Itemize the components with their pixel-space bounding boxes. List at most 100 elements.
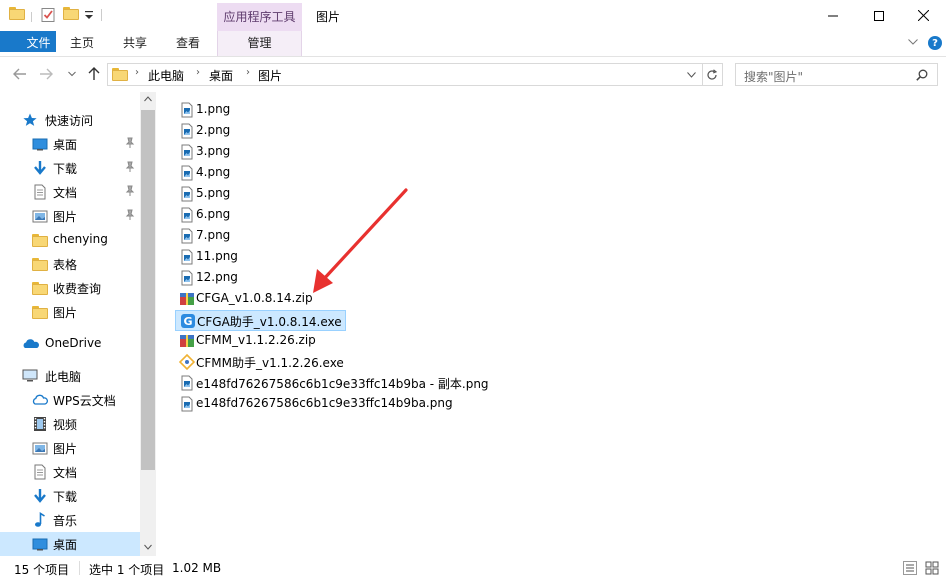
chevron-right-icon[interactable]: ›: [135, 67, 139, 78]
large-icons-view-icon[interactable]: [925, 561, 939, 575]
chevron-right-icon[interactable]: ›: [196, 67, 200, 78]
nav-item-pictures-folder[interactable]: 图片: [0, 300, 140, 324]
scroll-down-icon[interactable]: [144, 544, 152, 550]
nav-item-desktop[interactable]: 桌面: [0, 132, 140, 156]
nav-item-pictures[interactable]: 图片: [0, 204, 140, 228]
png-file-icon: [179, 186, 195, 202]
tab-view[interactable]: 查看: [168, 31, 208, 56]
file-item[interactable]: CFGA_v1.0.8.14.zip: [175, 289, 318, 310]
breadcrumb-desktop[interactable]: 桌面: [209, 67, 233, 84]
pictures-icon: [32, 440, 48, 456]
nav-item-videos[interactable]: 视频: [0, 412, 140, 436]
status-item-count: 15 个项目: [14, 563, 70, 577]
zip-archive-icon: [179, 333, 195, 349]
help-icon[interactable]: ?: [928, 36, 942, 50]
folder-icon: [32, 282, 48, 298]
close-button[interactable]: [900, 0, 946, 31]
minimize-button[interactable]: [810, 0, 856, 31]
address-bar[interactable]: › 此电脑 › 桌面 › 图片: [107, 63, 703, 86]
file-item[interactable]: CFMM_v1.1.2.26.zip: [175, 331, 321, 352]
download-icon: [32, 488, 48, 504]
tab-file[interactable]: 文件: [0, 31, 56, 52]
search-placeholder: 搜索"图片": [744, 70, 804, 84]
nav-item-documents[interactable]: 文档: [0, 180, 140, 204]
scroll-up-icon[interactable]: [144, 96, 152, 102]
status-bar: 15 个项目 选中 1 个项目 1.02 MB: [0, 556, 946, 580]
details-view-icon[interactable]: [903, 561, 917, 575]
forward-arrow-icon[interactable]: [38, 66, 54, 82]
search-input[interactable]: 搜索"图片": [735, 63, 938, 86]
breadcrumb-this-pc[interactable]: 此电脑: [148, 67, 184, 84]
breadcrumb-pictures[interactable]: 图片: [258, 67, 282, 84]
customize-toolbar-icon[interactable]: [85, 11, 93, 29]
file-name: CFGA助手_v1.0.8.14.exe: [197, 315, 342, 329]
file-name: CFGA_v1.0.8.14.zip: [196, 291, 313, 305]
nav-item-pc-downloads[interactable]: 下载: [0, 484, 140, 508]
file-item[interactable]: 12.png: [175, 268, 243, 289]
context-tab-header: 应用程序工具: [217, 3, 302, 31]
video-icon: [32, 416, 48, 432]
nav-item-music[interactable]: 音乐: [0, 508, 140, 532]
chevron-right-icon[interactable]: ›: [246, 67, 250, 78]
file-name: 4.png: [196, 165, 231, 179]
png-file-icon: [179, 396, 195, 412]
separator: [31, 12, 32, 22]
pin-icon[interactable]: [124, 161, 136, 173]
file-item[interactable]: 11.png: [175, 247, 243, 268]
new-folder-icon[interactable]: [63, 7, 79, 25]
nav-item-label: 文档: [53, 466, 78, 480]
expand-ribbon-icon[interactable]: [908, 39, 918, 45]
png-file-icon: [179, 123, 195, 139]
file-item[interactable]: 4.png: [175, 163, 235, 184]
tab-home[interactable]: 主页: [62, 31, 102, 56]
nav-item-fee-query[interactable]: 收费查询: [0, 276, 140, 300]
recent-locations-icon[interactable]: [64, 66, 80, 82]
nav-onedrive[interactable]: OneDrive: [0, 332, 140, 356]
address-dropdown-icon[interactable]: [687, 72, 696, 78]
folder-icon: [112, 68, 128, 84]
nav-item-pc-desktop[interactable]: 桌面: [0, 532, 140, 556]
file-item[interactable]: 2.png: [175, 121, 235, 142]
nav-item-chenying[interactable]: chenying: [0, 228, 140, 252]
pin-icon[interactable]: [124, 137, 136, 149]
pin-icon[interactable]: [124, 185, 136, 197]
star-icon: [22, 112, 38, 128]
file-item[interactable]: G CFGA助手_v1.0.8.14.exe: [175, 310, 346, 331]
onedrive-icon: [22, 336, 39, 352]
file-item[interactable]: e148fd76267586c6b1c9e33ffc14b9ba.png: [175, 394, 458, 415]
png-file-icon: [179, 165, 195, 181]
nav-quick-access[interactable]: 快速访问: [0, 108, 140, 132]
nav-item-downloads[interactable]: 下载: [0, 156, 140, 180]
file-item[interactable]: 3.png: [175, 142, 235, 163]
properties-icon[interactable]: [40, 7, 56, 25]
document-icon: [32, 464, 48, 480]
file-name: CFMM助手_v1.1.2.26.exe: [196, 356, 344, 370]
file-name: e148fd76267586c6b1c9e33ffc14b9ba - 副本.pn…: [196, 377, 489, 391]
nav-item-wps-cloud[interactable]: WPS云文档: [0, 388, 140, 412]
file-item[interactable]: 6.png: [175, 205, 235, 226]
maximize-button[interactable]: [856, 0, 902, 31]
download-icon: [32, 160, 48, 176]
nav-this-pc[interactable]: 此电脑: [0, 364, 140, 388]
file-item[interactable]: 7.png: [175, 226, 235, 247]
pin-icon[interactable]: [124, 209, 136, 221]
file-item[interactable]: 5.png: [175, 184, 235, 205]
nav-item-label: 桌面: [53, 538, 78, 552]
tab-share[interactable]: 共享: [115, 31, 155, 56]
folder-icon: [32, 234, 48, 250]
cfmm-app-icon: [179, 354, 195, 370]
up-arrow-icon[interactable]: [86, 66, 102, 82]
file-item[interactable]: 1.png: [175, 100, 235, 121]
search-icon[interactable]: [916, 69, 928, 81]
refresh-button[interactable]: [702, 63, 723, 86]
back-arrow-icon[interactable]: [12, 66, 28, 82]
nav-scrollbar-thumb[interactable]: [141, 110, 155, 470]
tab-manage[interactable]: 管理: [217, 31, 302, 56]
nav-item-pc-pictures[interactable]: 图片: [0, 436, 140, 460]
nav-item-pc-documents[interactable]: 文档: [0, 460, 140, 484]
file-name: 7.png: [196, 228, 231, 242]
file-item[interactable]: e148fd76267586c6b1c9e33ffc14b9ba - 副本.pn…: [175, 373, 494, 394]
png-file-icon: [179, 249, 195, 265]
file-item[interactable]: CFMM助手_v1.1.2.26.exe: [175, 352, 349, 373]
nav-item-spreadsheets[interactable]: 表格: [0, 252, 140, 276]
